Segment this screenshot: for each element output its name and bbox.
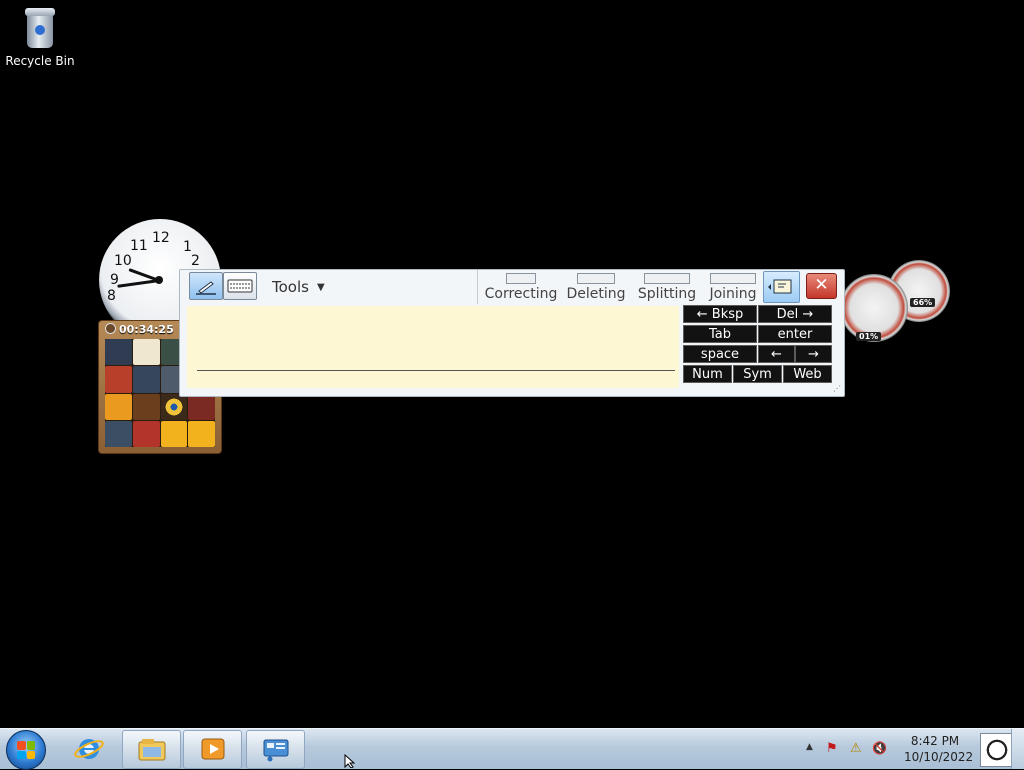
recycle-bin-icon <box>23 6 57 50</box>
splitting-label: Splitting <box>637 286 697 302</box>
windows-logo-icon <box>17 741 35 759</box>
puzzle-timer: 00:34:25 <box>105 323 174 336</box>
gesture-demos: Correcting Deleting Splitting Joining <box>477 270 765 304</box>
enter-key[interactable]: enter <box>758 325 832 343</box>
puzzle-tile[interactable] <box>105 393 132 420</box>
tray-time: 8:42 PM <box>910 734 960 748</box>
correcting-icon <box>506 273 536 284</box>
tablet-input-button[interactable] <box>246 730 305 769</box>
web-key[interactable]: Web <box>783 365 832 383</box>
clock-number-2: 2 <box>191 253 200 269</box>
close-button[interactable]: ✕ <box>806 273 837 299</box>
mouse-cursor-icon <box>344 754 356 768</box>
keyboard-icon <box>227 279 253 293</box>
puzzle-tile[interactable] <box>105 339 132 366</box>
deleting-label: Deleting <box>566 286 626 302</box>
puzzle-tile[interactable] <box>188 420 215 447</box>
memory-usage-label: 66% <box>910 298 936 307</box>
pen-icon <box>196 281 216 295</box>
recycle-bin-shortcut[interactable]: Recycle Bin <box>4 6 76 68</box>
deleting-demo[interactable]: Deleting <box>566 270 626 304</box>
clock-number-8: 8 <box>107 288 116 304</box>
puzzle-tile[interactable] <box>132 420 160 447</box>
splitting-icon <box>644 273 690 284</box>
correcting-label: Correcting <box>484 286 558 302</box>
cpu-gauge: 01% <box>840 274 908 342</box>
writing-baseline <box>197 370 675 371</box>
tablet-input-panel[interactable]: Tools ▼ Correcting Deleting Splitting Joi… <box>179 269 845 397</box>
joining-icon <box>710 273 756 284</box>
writing-area[interactable] <box>187 306 679 388</box>
tools-menu[interactable]: Tools ▼ <box>272 278 325 296</box>
input-panel-toolbar: Tools ▼ Correcting Deleting Splitting Joi… <box>180 270 844 304</box>
touch-keyboard-button[interactable] <box>223 272 257 300</box>
clock-minute-hand <box>117 279 160 288</box>
help-button[interactable] <box>763 271 800 303</box>
tools-menu-label: Tools <box>272 278 309 296</box>
windows-explorer-button[interactable] <box>122 730 181 769</box>
sym-key[interactable]: Sym <box>733 365 782 383</box>
media-player-icon <box>201 738 225 760</box>
recycle-bin-label: Recycle Bin <box>5 54 75 68</box>
resize-grip[interactable]: ⋰ <box>833 385 841 393</box>
timer-icon <box>105 323 116 334</box>
left-arrow-key[interactable]: ← <box>758 345 795 363</box>
puzzle-tile[interactable] <box>105 420 132 447</box>
delete-key[interactable]: Del → <box>758 305 832 323</box>
clock-number-12: 12 <box>152 230 170 246</box>
puzzle-tile[interactable] <box>160 420 188 447</box>
clock-number-11: 11 <box>130 238 148 254</box>
cpu-usage-label: 01% <box>856 332 882 341</box>
system-tray: ▲ ⚑ ⚠ 🔇 8:42 PM 10/10/2022 <box>800 729 1024 769</box>
right-arrow-key[interactable]: → <box>795 345 832 363</box>
cpu-meter-gadget[interactable]: 66% 01% <box>838 260 950 354</box>
puzzle-tile[interactable] <box>132 366 160 393</box>
splitting-demo[interactable]: Splitting <box>636 270 698 304</box>
soccer-ball-icon[interactable] <box>980 733 1014 767</box>
backspace-key[interactable]: ← Bksp <box>683 305 757 323</box>
action-center-flag-icon[interactable]: ⚑ <box>826 741 838 756</box>
tab-key[interactable]: Tab <box>683 325 757 343</box>
windows-explorer-icon <box>138 739 166 761</box>
chevron-down-icon: ▼ <box>316 282 325 293</box>
space-key[interactable]: space <box>683 345 757 363</box>
clock-number-10: 10 <box>114 253 132 269</box>
help-notepad-icon <box>768 279 792 294</box>
puzzle-tile[interactable] <box>105 366 132 393</box>
taskbar: ▲ ⚑ ⚠ 🔇 8:42 PM 10/10/2022 <box>0 728 1024 770</box>
tray-date: 10/10/2022 <box>904 750 974 764</box>
deleting-icon <box>577 273 615 284</box>
media-player-button[interactable] <box>183 730 242 769</box>
correcting-demo[interactable]: Correcting <box>484 270 558 304</box>
joining-label: Joining <box>709 286 757 302</box>
puzzle-tile[interactable] <box>188 393 215 420</box>
clock-center <box>155 276 163 284</box>
internet-explorer-icon <box>74 739 104 759</box>
clock-area[interactable]: 8:42 PM 10/10/2022 <box>904 733 974 765</box>
input-panel-keys: ← Bksp Del → Tab enter space ← → Num Sym… <box>683 305 833 385</box>
show-hidden-icons-button[interactable]: ▲ <box>806 742 813 752</box>
writing-pad-button[interactable] <box>189 272 223 300</box>
puzzle-timer-value: 00:34:25 <box>119 323 174 336</box>
warning-icon[interactable]: ⚠ <box>850 741 862 756</box>
volume-muted-icon[interactable]: 🔇 <box>872 741 887 755</box>
joining-demo[interactable]: Joining <box>706 270 760 304</box>
puzzle-tile[interactable] <box>132 339 160 366</box>
internet-explorer-button[interactable] <box>60 730 117 767</box>
show-desktop-button[interactable] <box>1011 729 1024 769</box>
tablet-input-icon <box>263 739 289 762</box>
puzzle-tile[interactable] <box>160 393 188 420</box>
start-button[interactable] <box>6 730 46 770</box>
puzzle-tile[interactable] <box>132 393 160 420</box>
num-key[interactable]: Num <box>683 365 732 383</box>
